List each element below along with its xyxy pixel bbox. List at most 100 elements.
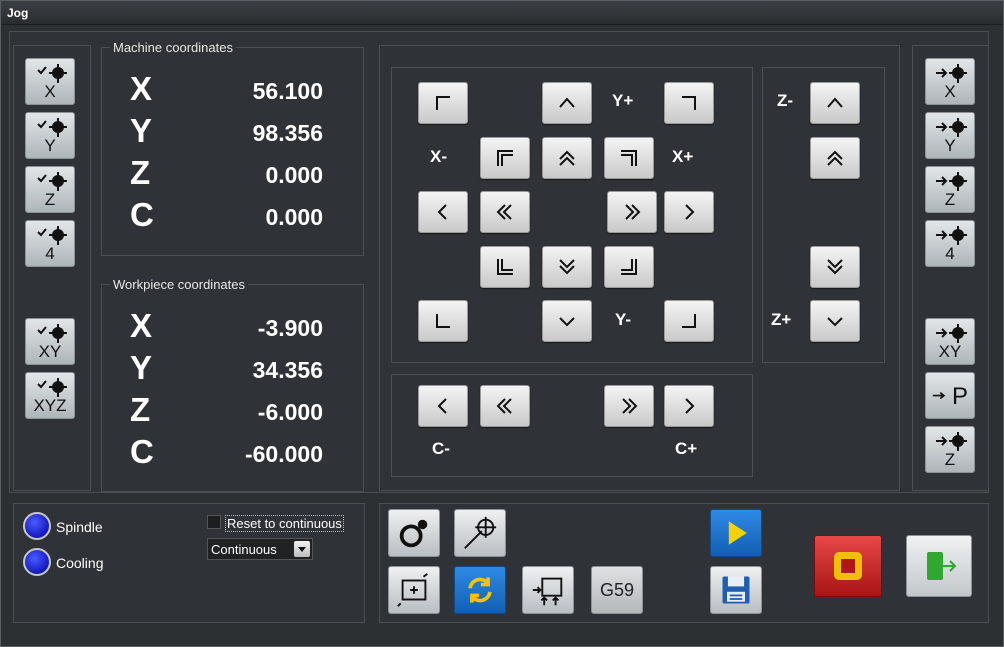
corner-top-left-icon xyxy=(436,96,450,110)
jog-y-plus-button[interactable] xyxy=(542,82,592,124)
goto-z-safe-button[interactable]: Z xyxy=(925,426,975,473)
jog-c-plus-button[interactable] xyxy=(664,385,714,427)
home-xyz-button[interactable]: XYZ xyxy=(25,372,75,419)
jog-fast-c-minus-button[interactable] xyxy=(480,385,530,427)
goto-4-label: 4 xyxy=(945,244,955,263)
jog-z-plus-button[interactable] xyxy=(810,300,860,342)
home-4-button[interactable]: 4 xyxy=(25,220,75,267)
spindle-label: Spindle xyxy=(56,519,103,535)
jog-x-minus-button[interactable] xyxy=(418,191,468,233)
jog-fast-c-plus-button[interactable] xyxy=(604,385,654,427)
tool-measure-button[interactable] xyxy=(388,509,440,557)
mode-select[interactable]: Continuous xyxy=(207,538,313,560)
jog-fast-y-plus-button[interactable] xyxy=(542,137,592,179)
goto-z-button[interactable]: Z xyxy=(925,166,975,213)
chevron-right-icon xyxy=(685,398,695,414)
reset-checkbox[interactable] xyxy=(207,515,221,529)
jog-x-minus-y-minus-button[interactable] xyxy=(418,300,468,342)
goto-z-safe-label: Z xyxy=(944,450,956,469)
corner-bottom-left-icon xyxy=(436,314,450,328)
goto-4-button[interactable]: 4 xyxy=(925,220,975,267)
machine-value-x: 56.100 xyxy=(252,78,323,104)
save-button[interactable] xyxy=(710,566,762,614)
double-chevron-down-icon xyxy=(827,259,843,275)
jog-x-plus-y-minus-button[interactable] xyxy=(664,300,714,342)
jog-fast-y-minus-button[interactable] xyxy=(542,246,592,288)
jog-x-plus-y-plus-button[interactable] xyxy=(664,82,714,124)
goto-x-button[interactable]: X xyxy=(925,58,975,105)
jog-fast-x-minus-y-minus-button[interactable] xyxy=(480,246,530,288)
jog-x-plus-button[interactable] xyxy=(664,191,714,233)
exit-icon xyxy=(927,552,957,580)
jog-fast-z-plus-button[interactable] xyxy=(810,246,860,288)
double-chevron-right-icon xyxy=(622,398,638,414)
corner-bottom-right-icon xyxy=(682,314,696,328)
g59-button[interactable]: G59 xyxy=(591,566,643,614)
dropdown-arrow-icon xyxy=(294,541,310,557)
double-corner-top-right-icon xyxy=(621,150,637,166)
home-y-label: Y xyxy=(44,136,56,155)
jog-fast-x-plus-y-minus-button[interactable] xyxy=(604,246,654,288)
run-button[interactable] xyxy=(710,509,762,557)
goto-y-button[interactable]: Y xyxy=(925,112,975,159)
machine-axis-c: C xyxy=(130,196,154,233)
double-chevron-up-icon xyxy=(827,150,843,166)
double-chevron-right-icon xyxy=(625,204,641,220)
double-corner-top-left-icon xyxy=(497,150,513,166)
goto-xy-label: XY xyxy=(938,342,962,361)
jog-fast-x-minus-button[interactable] xyxy=(480,191,530,233)
chevron-left-icon xyxy=(437,204,447,220)
double-chevron-left-icon xyxy=(496,204,512,220)
double-corner-bottom-right-icon xyxy=(621,259,637,275)
workpiece-coordinates-title: Workpiece coordinates xyxy=(110,277,248,292)
machine-coordinates-title: Machine coordinates xyxy=(110,40,236,55)
goto-park-button[interactable]: P xyxy=(925,372,975,419)
refresh-icon xyxy=(468,577,492,603)
set-origin-button[interactable] xyxy=(522,566,574,614)
goto-xy-button[interactable]: XY xyxy=(925,318,975,365)
jog-fast-x-minus-y-plus-button[interactable] xyxy=(480,137,530,179)
c-plus-label: C+ xyxy=(675,439,698,458)
x-plus-label: X+ xyxy=(672,147,694,166)
machine-axis-x: X xyxy=(130,70,153,107)
title-bar: Jog xyxy=(1,1,1003,25)
home-z-label: Z xyxy=(44,190,56,209)
mode-value: Continuous xyxy=(211,542,277,557)
y-plus-label: Y+ xyxy=(612,91,634,110)
goto-park-label: P xyxy=(951,383,968,410)
workpiece-axis-x: X xyxy=(130,307,153,344)
probe-button[interactable] xyxy=(454,509,506,557)
jog-x-minus-y-plus-button[interactable] xyxy=(418,82,468,124)
jog-fast-x-plus-button[interactable] xyxy=(607,191,657,233)
chevron-up-icon xyxy=(559,97,575,108)
chevron-right-icon xyxy=(685,204,695,220)
goto-y-label: Y xyxy=(944,136,956,155)
jog-fast-z-minus-button[interactable] xyxy=(810,137,860,179)
workpiece-value-x: -3.900 xyxy=(257,315,323,341)
jog-y-minus-button[interactable] xyxy=(542,300,592,342)
home-x-button[interactable]: X xyxy=(25,58,75,105)
exit-button[interactable] xyxy=(906,535,972,597)
home-z-button[interactable]: Z xyxy=(25,166,75,213)
machine-value-y: 98.356 xyxy=(252,120,323,146)
workpiece-axis-z: Z xyxy=(130,391,151,428)
set-origin-icon xyxy=(532,577,563,606)
double-corner-bottom-left-icon xyxy=(497,259,513,275)
jog-z-minus-button[interactable] xyxy=(810,82,860,124)
home-y-button[interactable]: Y xyxy=(25,112,75,159)
machine-value-z: 0.000 xyxy=(265,162,323,188)
workpiece-zero-button[interactable] xyxy=(388,566,440,614)
home-xy-button[interactable]: XY xyxy=(25,318,75,365)
refresh-button[interactable] xyxy=(454,566,506,614)
stop-icon xyxy=(834,552,862,580)
machine-axis-y: Y xyxy=(130,112,153,149)
goto-z-label: Z xyxy=(944,190,956,209)
y-minus-label: Y- xyxy=(615,310,632,329)
machine-coordinates-group: Machine coordinates X 56.100 Y 98.356 Z … xyxy=(101,40,364,256)
jog-c-minus-button[interactable] xyxy=(418,385,468,427)
double-chevron-up-icon xyxy=(559,150,575,166)
workpiece-axis-y: Y xyxy=(130,349,153,386)
jog-fast-x-plus-y-plus-button[interactable] xyxy=(604,137,654,179)
stop-button[interactable] xyxy=(814,535,882,597)
workpiece-value-c: -60.000 xyxy=(244,441,323,467)
